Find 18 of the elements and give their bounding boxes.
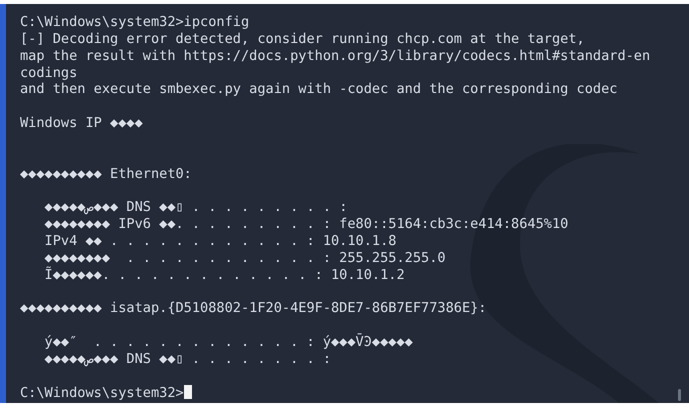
terminal-line: ◆◆◆◆◆ص◆◆◆ DNS ◆◆▯ . . . . . . . . . : (44, 199, 348, 216)
terminal-line: map the result with https://docs.python.org/3/library/codecs.html#standard-en (20, 48, 650, 64)
terminal-line: ◆◆◆◆◆◆◆◆◆◆ isatap.{D5108802-1F20-4E9F-8DE7-86B7EF77386E}: (20, 300, 486, 316)
terminal-line: ◆◆◆◆◆◆◆◆◆◆ Ethernet0: (20, 166, 192, 182)
scrollbar-thumb[interactable] (678, 389, 681, 401)
terminal-line: ◆◆◆◆◆◆◆◆ IPv6 ◆◆. . . . . . . . . : fe80::5164:cb3c:e414:8645%10 (44, 216, 568, 232)
terminal-line: Ĩ◆◆◆◆◆◆. . . . . . . . . . . . . : 10.10.1.2 (44, 266, 405, 283)
terminal-line: ý◆◆″ . . . . . . . . . . . . . : ý◆◆◆V̄Ͽ◆◆◆◆◆ (44, 334, 413, 350)
terminal-line: Windows IP ◆◆◆◆ (20, 115, 143, 132)
text-cursor (184, 384, 192, 399)
terminal-line: ◆◆◆◆◆◆◆◆ . . . . . . . . . . . . : 255.255.255.0 (44, 250, 446, 266)
terminal-line: and then execute smbexec.py again with -codec and the corresponding codec (20, 81, 618, 98)
terminal-line: codings (20, 64, 78, 81)
terminal-line: [-] Decoding error detected, consider running chcp.com at the target, (20, 30, 585, 47)
terminal-line: ◆◆◆◆◆ص◆◆◆ DNS ◆◆▯ . . . . . . . . : (44, 350, 332, 367)
terminal-line: C:\Windows\system32>ipconfig (20, 14, 250, 30)
terminal-line: IPv4 ◆◆ . . . . . . . . . . . . : 10.10.1.8 (44, 232, 396, 249)
command-prompt: C:\Windows\system32> (20, 384, 184, 401)
